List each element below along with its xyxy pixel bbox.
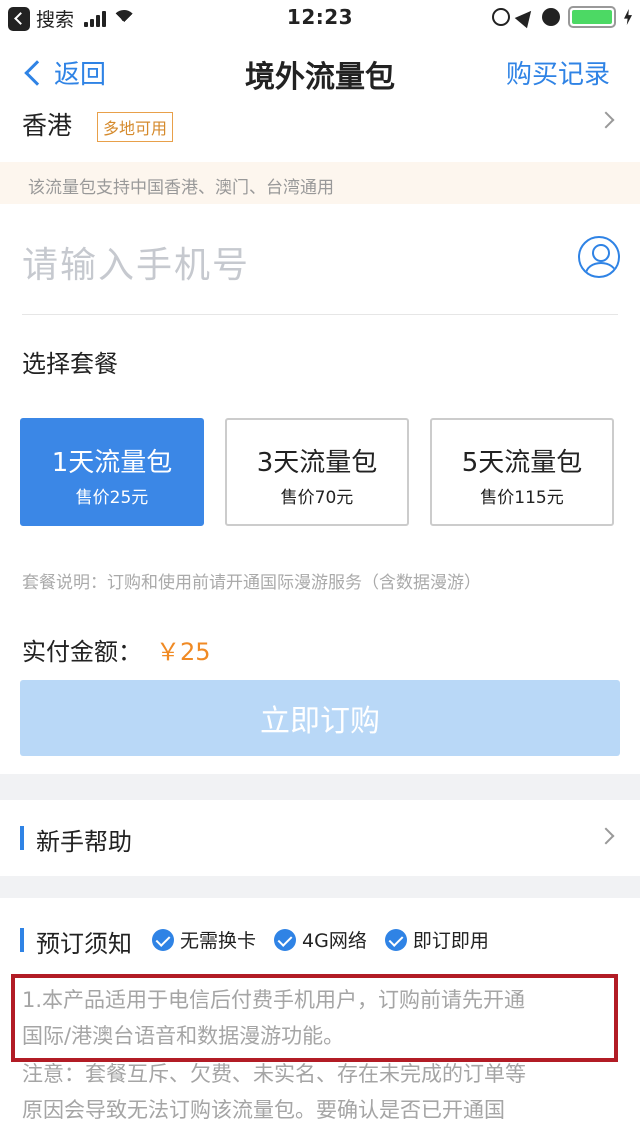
- payment-value: ￥25: [156, 638, 211, 666]
- package-price: 售价115元: [480, 488, 564, 508]
- check-icon: [274, 928, 297, 951]
- package-name: 1天流量包: [51, 448, 173, 478]
- package-name: 3天流量包: [256, 448, 378, 478]
- booking-notes-title: 预订须知: [36, 930, 132, 958]
- help-row[interactable]: 新手帮助: [0, 800, 640, 876]
- check-icon: [152, 928, 174, 951]
- buy-now-button[interactable]: 立即订购: [20, 680, 620, 756]
- region-tag: 多地可用: [97, 112, 174, 142]
- chevron-right-icon: [597, 827, 615, 845]
- coverage-notice: 该流量包支持中国香港、澳门、台湾通用: [0, 162, 640, 204]
- region-name: 香港: [22, 111, 73, 140]
- status-right: [492, 5, 632, 29]
- package-option-1day[interactable]: 1天流量包 售价25元: [20, 418, 204, 526]
- contacts-icon[interactable]: [578, 236, 620, 278]
- chevron-right-icon: [597, 111, 615, 129]
- section-marker: [20, 826, 24, 850]
- booking-notes: 预订须知 无需换卡 4G网络 即订即用 1.本产品适用于电信后付费手机用户，订购…: [0, 898, 640, 1138]
- rotation-lock-icon: [492, 8, 510, 26]
- feature-badge: 无需换卡: [152, 926, 256, 953]
- help-title: 新手帮助: [36, 828, 132, 856]
- purchase-record-link[interactable]: 购买记录: [506, 54, 610, 91]
- badge-label: 无需换卡: [180, 930, 257, 952]
- note-line: 注意：套餐互斥、欠费、未实名、存在未完成的订单等: [22, 1062, 526, 1086]
- feature-badges: 无需换卡 4G网络 即订即用: [152, 926, 489, 953]
- divider: [22, 314, 618, 315]
- note-line: 原因会导致无法订购该流量包。要确认是否已开通国: [22, 1098, 505, 1122]
- payment-label: 实付金额：: [22, 638, 142, 666]
- package-option-3day[interactable]: 3天流量包 售价70元: [225, 418, 409, 526]
- package-description: 套餐说明：订购和使用前请开通国际漫游服务（含数据漫游）: [22, 573, 481, 593]
- highlight-box: [11, 974, 618, 1062]
- location-icon: [514, 5, 538, 29]
- badge-label: 4G网络: [302, 930, 367, 952]
- package-name: 5天流量包: [461, 448, 583, 478]
- nav-bar: 返回 境外流量包 购买记录: [0, 36, 640, 104]
- region-selector[interactable]: 香港 多地可用: [0, 104, 640, 162]
- check-icon: [384, 928, 407, 951]
- badge-label: 即订即用: [412, 930, 489, 952]
- package-section-title: 选择套餐: [22, 350, 118, 378]
- feature-badge: 即订即用: [384, 926, 489, 953]
- note-paragraph-2: 注意：套餐互斥、欠费、未实名、存在未完成的订单等 原因会导致无法订购该流量包。要…: [22, 1056, 616, 1128]
- charging-icon: [624, 9, 632, 25]
- order-form: 请输入手机号 选择套餐 1天流量包 售价25元 3天流量包 售价70元 5天流量…: [0, 204, 640, 774]
- alarm-icon: [542, 8, 560, 26]
- payment-amount: 实付金额： ￥25: [22, 632, 211, 667]
- status-bar: 搜索 12:23: [0, 0, 640, 36]
- package-option-5day[interactable]: 5天流量包 售价115元: [430, 418, 614, 526]
- battery-icon: [568, 6, 616, 28]
- package-price: 售价70元: [280, 488, 354, 508]
- section-marker: [20, 928, 24, 952]
- feature-badge: 4G网络: [274, 926, 367, 953]
- package-price: 售价25元: [75, 488, 149, 508]
- phone-input[interactable]: 请输入手机号: [22, 236, 250, 288]
